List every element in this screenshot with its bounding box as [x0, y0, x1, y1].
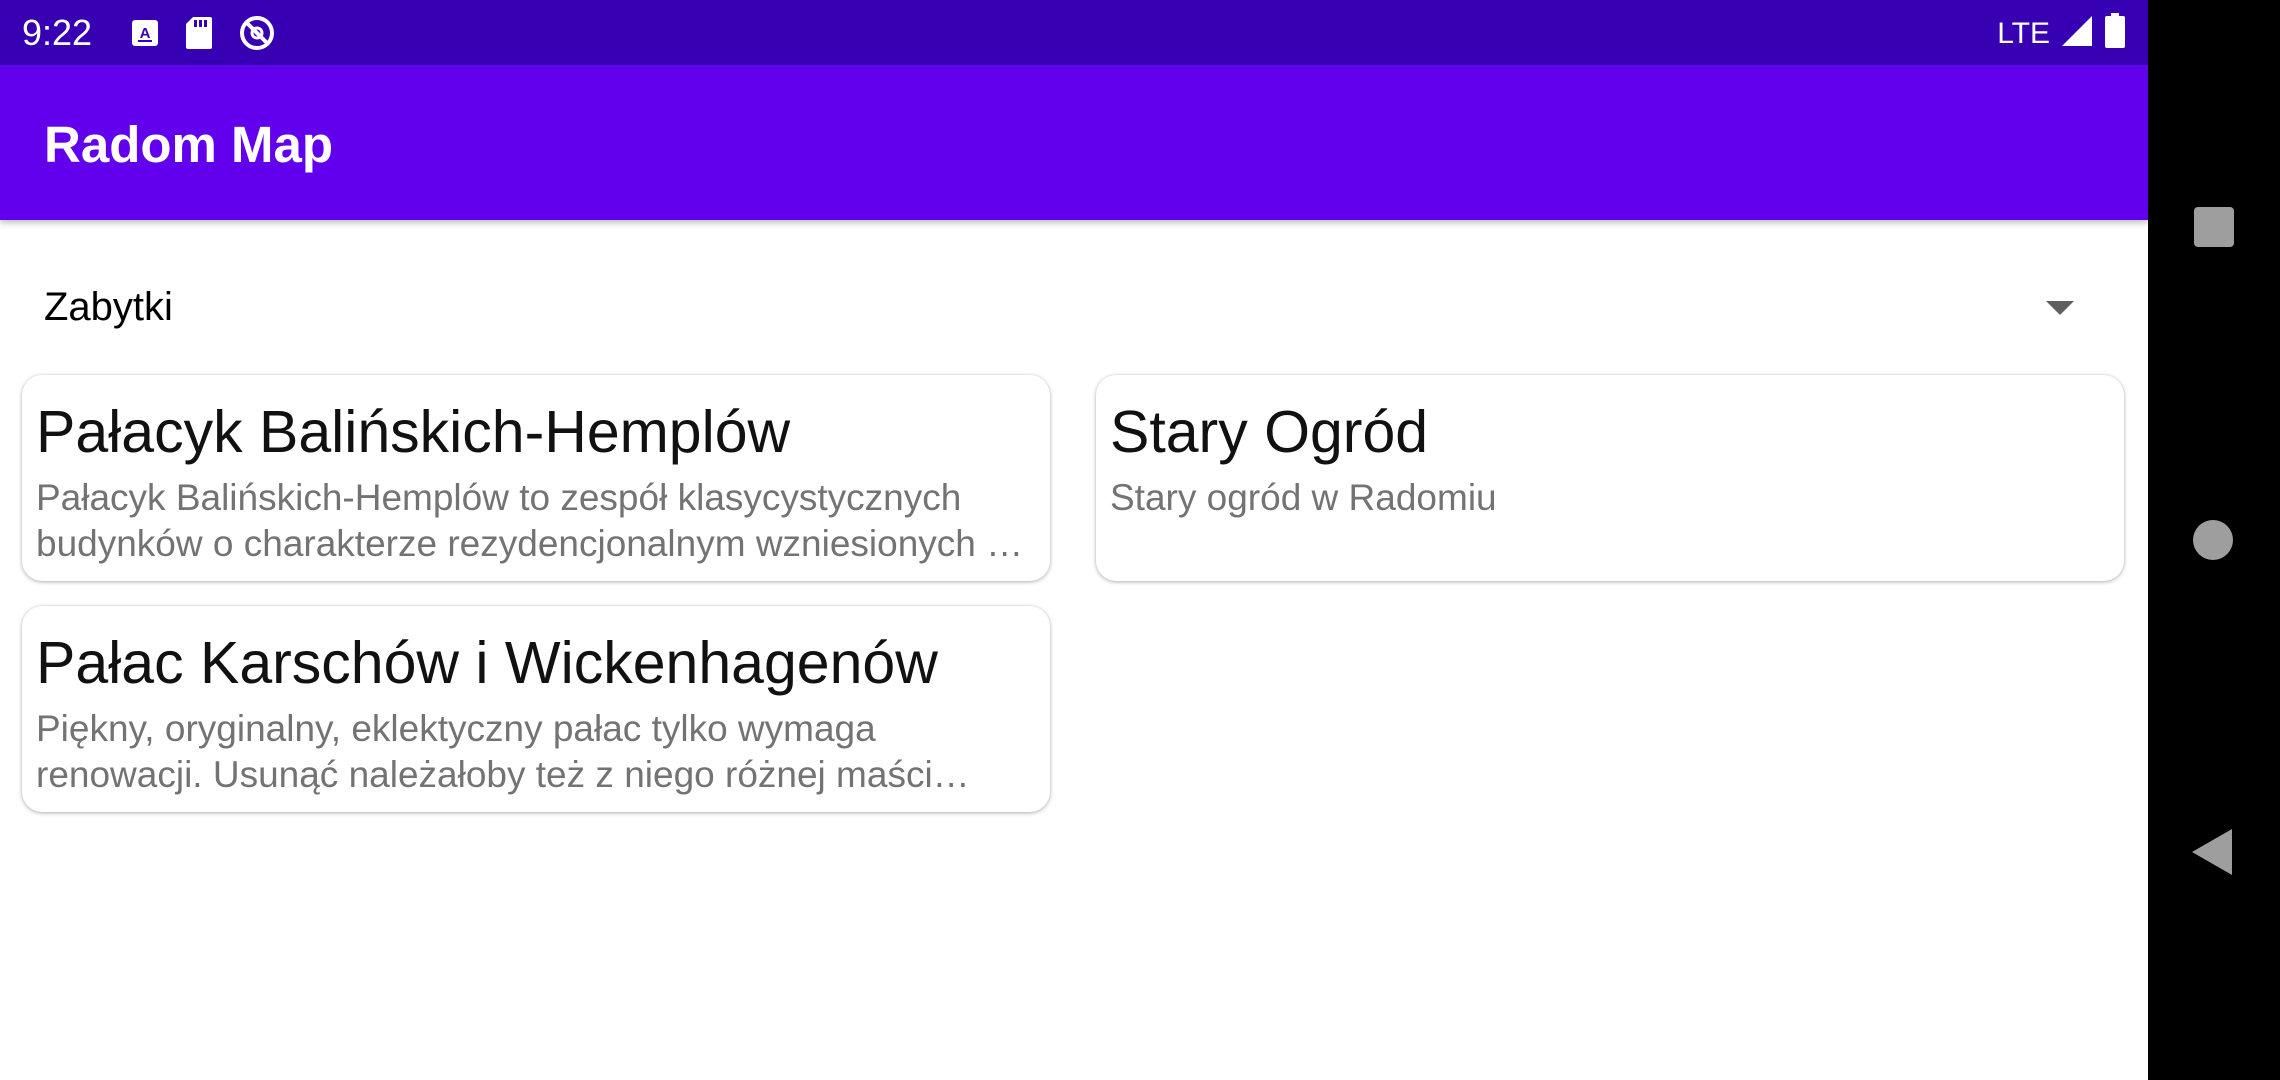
place-card-title: Pałac Karschów i Wickenhagenów [36, 630, 938, 696]
navigation-bar [2148, 0, 2280, 1080]
recent-apps-button[interactable] [2194, 207, 2234, 247]
status-icons-right: LTE [1997, 13, 2126, 54]
battery-icon [2104, 13, 2126, 54]
sd-card-icon [185, 16, 213, 55]
dropdown-arrow-icon [2046, 301, 2074, 315]
app-title: Radom Map [44, 116, 334, 173]
place-card-title: Stary Ogród [1110, 399, 1429, 465]
status-bar: 9:22 A LTE [0, 0, 2148, 65]
do-not-disturb-icon [238, 14, 276, 57]
place-card-description: Pałacyk Balińskich-Hemplów to zespół kla… [36, 477, 1013, 564]
category-spinner[interactable]: Zabytki [0, 260, 2148, 360]
home-button[interactable] [2193, 520, 2233, 560]
app-screen: 9:22 A LTE Radom Map Zabytki Pałacyk Bal… [0, 0, 2148, 1080]
text-recognition-icon: A [130, 18, 160, 53]
place-card[interactable]: Pałac Karschów i Wickenhagenów Piękny, o… [22, 606, 1050, 812]
network-type-label: LTE [1997, 16, 2050, 50]
signal-icon [2060, 14, 2094, 53]
category-selected-value: Zabytki [44, 285, 173, 329]
place-card[interactable]: Stary Ogród Stary ogród w Radomiu [1096, 375, 2124, 581]
place-card-description: Stary ogród w Radomiu [1110, 477, 1497, 518]
back-button[interactable] [2192, 829, 2232, 875]
app-bar: Radom Map [0, 65, 2148, 220]
place-card-title: Pałacyk Balińskich-Hemplów [36, 399, 791, 465]
status-time: 9:22 [22, 12, 93, 53]
place-card-description: Piękny, oryginalny, eklektyczny pałac ty… [36, 708, 933, 795]
status-icons-left: A [130, 14, 276, 57]
place-card[interactable]: Pałacyk Balińskich-Hemplów Pałacyk Baliń… [22, 375, 1050, 581]
svg-text:A: A [140, 25, 151, 42]
